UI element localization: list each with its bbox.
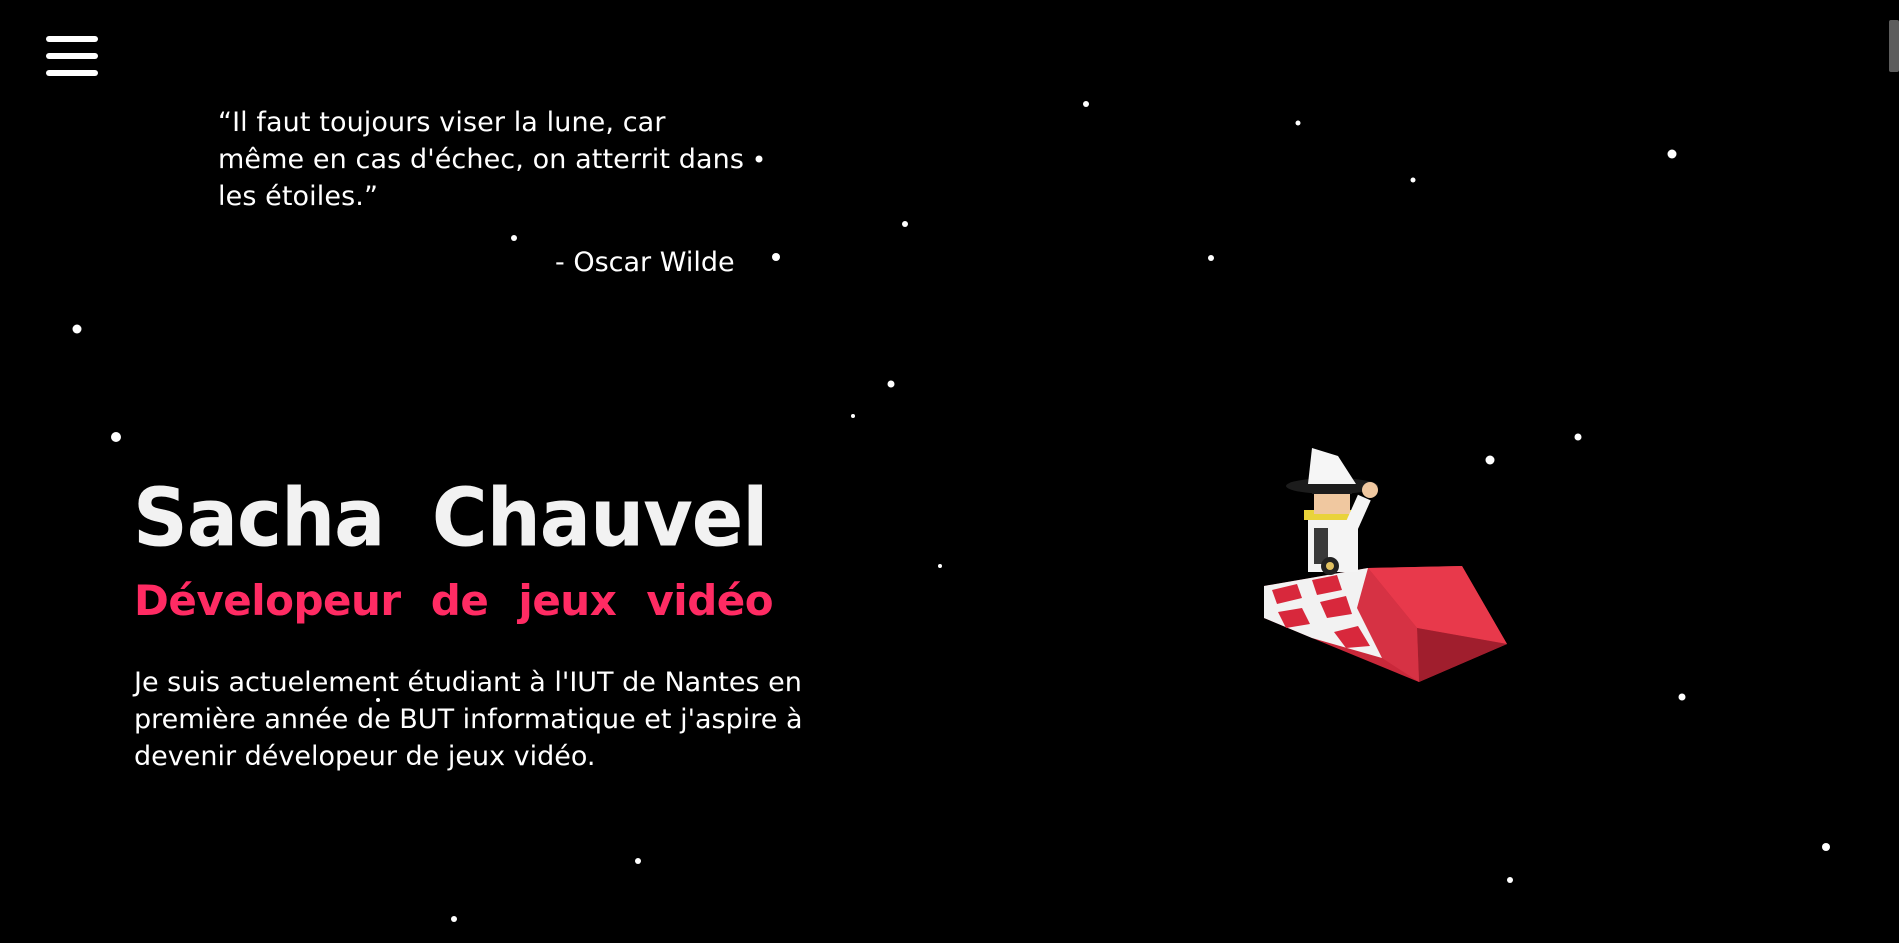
wizard-on-rocket-icon	[1264, 448, 1507, 682]
quote-author: - Oscar Wilde	[555, 247, 735, 278]
scrollbar-track[interactable]	[1889, 0, 1899, 943]
scrollbar-thumb[interactable]	[1889, 20, 1899, 72]
hamburger-menu-icon	[46, 36, 98, 42]
quote-text: “Il faut toujours viser la lune, car mêm…	[218, 107, 745, 212]
hero-name: Sacha Chauvel	[133, 470, 768, 565]
hero-role: Dévelopeur de jeux vidéo	[134, 576, 774, 625]
hero-bio: Je suis actuelement étudiant à l'IUT de …	[134, 667, 803, 772]
hamburger-menu-button[interactable]	[44, 34, 100, 78]
